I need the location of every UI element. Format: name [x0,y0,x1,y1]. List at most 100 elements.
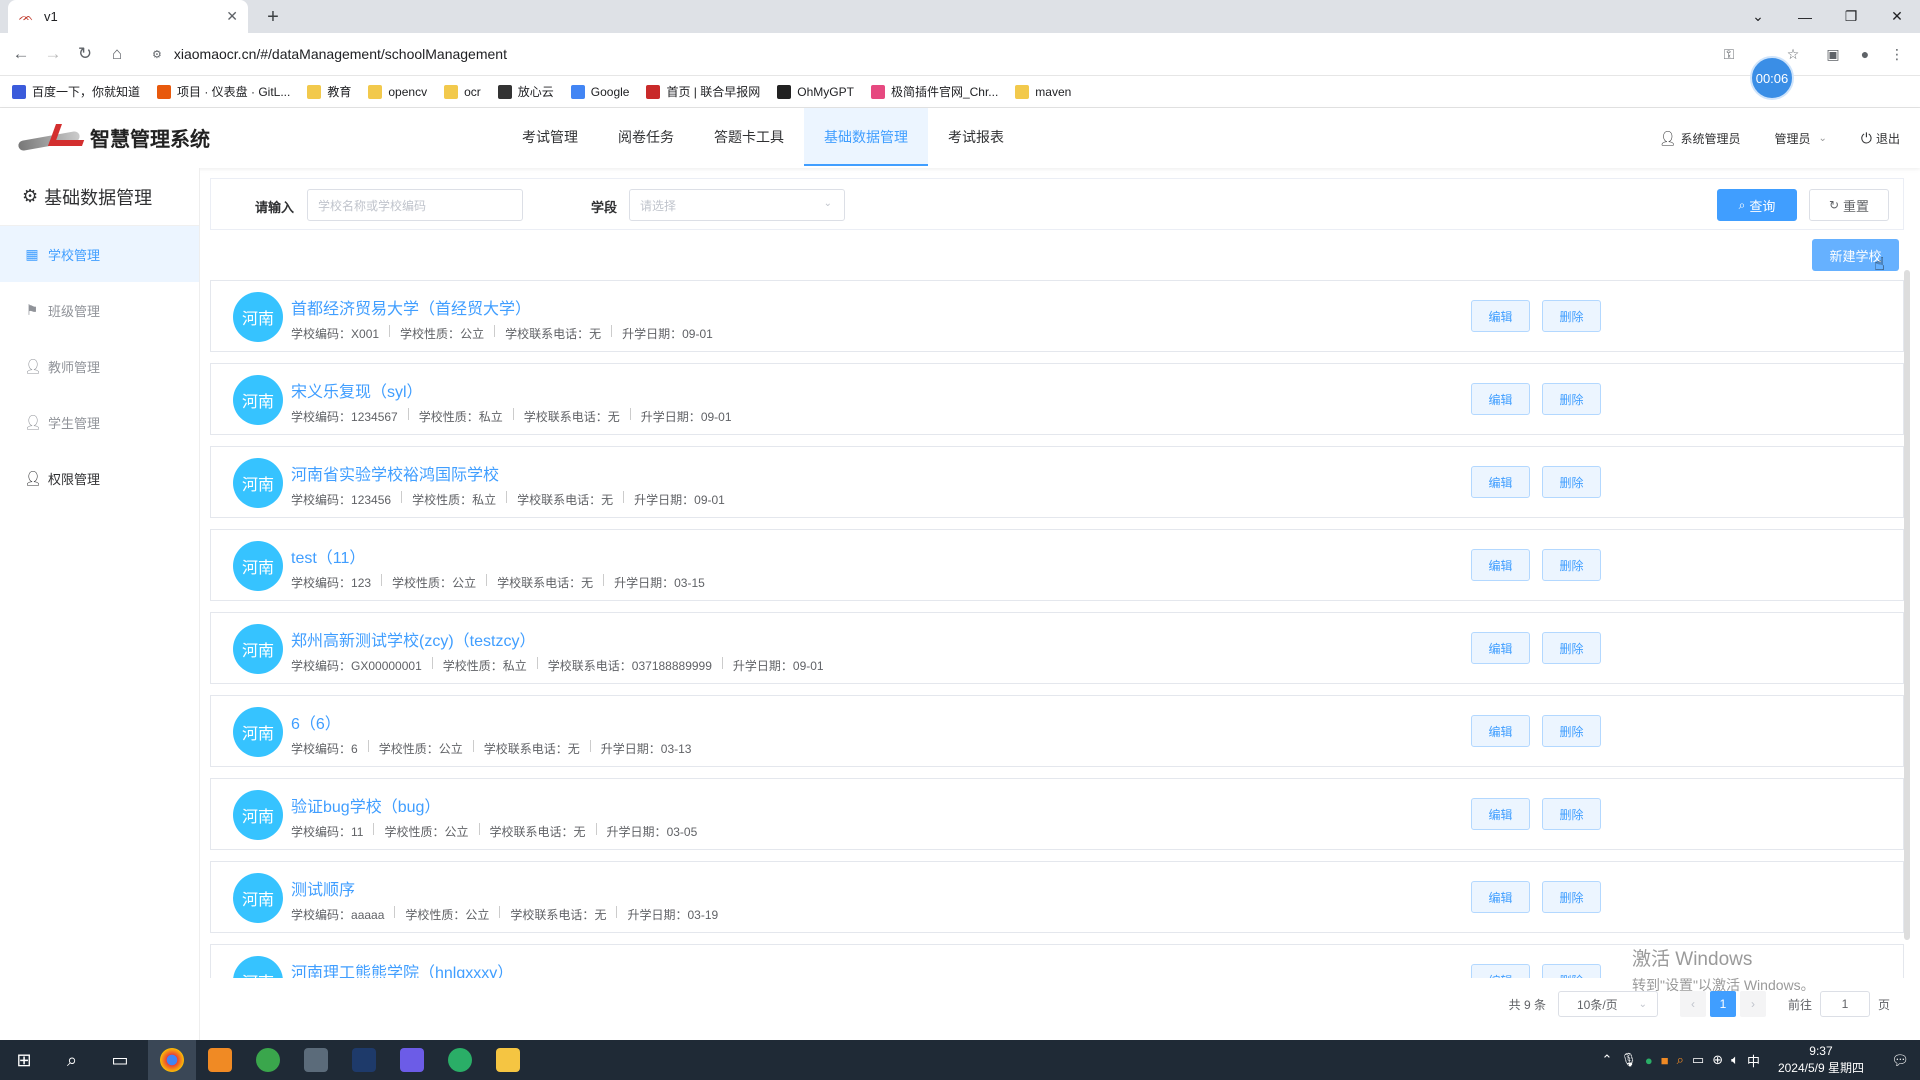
battery-icon[interactable]: ▭ [1692,1052,1704,1068]
delete-button[interactable]: 删除 [1542,300,1601,332]
close-tab-icon[interactable]: ✕ [226,8,238,25]
app-logo[interactable]: 智慧管理系统 [17,122,210,152]
file-explorer-taskbar-icon[interactable] [484,1040,532,1080]
volume-icon[interactable]: 🔈︎ [1731,1052,1739,1068]
page-size-select[interactable]: 10条/页 ⌄ [1557,991,1658,1017]
edit-button[interactable]: 编辑 [1471,466,1530,498]
new-school-button[interactable]: 新建学校 [1812,239,1899,271]
school-name-link[interactable]: 宋义乐复现（syl） [291,378,423,402]
delete-button[interactable]: 删除 [1542,798,1601,830]
edit-button[interactable]: 编辑 [1471,632,1530,664]
address-bar[interactable]: ⚙ xiaomaocr.cn/#/dataManagement/schoolMa… [138,39,1778,69]
wechat-taskbar-icon[interactable] [436,1040,484,1080]
edit-button[interactable]: 编辑 [1471,300,1530,332]
logout-button[interactable]: ⏻ 退出 [1861,130,1900,147]
user-menu[interactable]: 👤︎ 系统管理员 [1659,130,1741,147]
system-clock[interactable]: 9:37 2024/5/9 星期四 [1778,1043,1864,1077]
chrome-taskbar-icon[interactable] [148,1040,196,1080]
profile-icon[interactable]: ● [1854,43,1876,65]
bookmark-item[interactable]: opencv [368,84,427,99]
sidebar-item-0[interactable]: ▦ 学校管理 [0,226,199,282]
school-name-link[interactable]: test（11） [291,544,365,568]
next-page-button[interactable]: › [1739,991,1766,1017]
nav-item-0[interactable]: 考试管理 [502,108,598,166]
delete-button[interactable]: 删除 [1542,632,1601,664]
wechat-tray-icon[interactable]: ● [1645,1053,1653,1068]
prev-page-button[interactable]: ‹ [1679,991,1706,1017]
bookmark-item[interactable]: 放心云 [497,83,554,100]
ime-indicator[interactable]: 中 [1747,1051,1760,1070]
delete-button[interactable]: 删除 [1542,964,1601,978]
network-icon[interactable]: ⊕ [1712,1052,1723,1068]
app-orange-taskbar-icon[interactable] [196,1040,244,1080]
nav-item-4[interactable]: 考试报表 [928,108,1024,166]
goto-page-input[interactable]: 1 [1819,991,1870,1017]
delete-button[interactable]: 删除 [1542,715,1601,747]
bookmark-item[interactable]: ocr [444,84,481,99]
search-tray-icon[interactable]: ⌕ [1677,1052,1684,1068]
app-green-taskbar-icon[interactable] [244,1040,292,1080]
delete-button[interactable]: 删除 [1542,881,1601,913]
school-name-link[interactable]: 验证bug学校（bug） [291,793,440,817]
edit-button[interactable]: 编辑 [1471,798,1530,830]
app-tray-icon[interactable]: ■ [1661,1053,1669,1068]
close-window-button[interactable]: ✕ [1874,0,1920,33]
reload-icon[interactable]: ↻ [72,41,98,67]
sidebar-item-2[interactable]: 👤︎ 教师管理 [0,338,199,394]
school-name-link[interactable]: 河南省实验学校裕鸿国际学校 [291,461,499,485]
app-dark-taskbar-icon[interactable] [340,1040,388,1080]
sidebar-item-4[interactable]: 👤︎ 权限管理 [0,450,199,506]
search-icon[interactable]: ⌕ [48,1040,96,1080]
school-name-link[interactable]: 测试顺序 [291,876,355,900]
bookmark-item[interactable]: 项目 · 仪表盘 · GitL... [157,83,290,100]
school-name-link[interactable]: 河南理工熊熊学院（hnlgxxxy） [291,959,513,978]
delete-button[interactable]: 删除 [1542,549,1601,581]
list-scrollbar[interactable] [1904,270,1910,940]
microphone-icon[interactable]: 🎙︎ [1620,1052,1637,1068]
recording-timer[interactable]: 00:06 [1750,56,1794,100]
query-button[interactable]: ⌕ 查询 [1717,189,1797,221]
nav-item-1[interactable]: 阅卷任务 [598,108,694,166]
notification-icon[interactable]: 💬︎ [1880,1040,1920,1080]
chevron-up-icon[interactable]: ⌃ [1602,1052,1613,1068]
role-dropdown[interactable]: 管理员 ⌄ [1775,130,1827,147]
page-number-current[interactable]: 1 [1709,991,1736,1017]
home-icon[interactable]: ⌂ [104,41,130,67]
sidebar-item-1[interactable]: ⚑ 班级管理 [0,282,199,338]
back-icon[interactable]: ← [8,41,34,67]
key-icon[interactable]: ⚿ [1718,43,1740,65]
nav-item-3[interactable]: 基础数据管理 [804,108,928,166]
app-purple-taskbar-icon[interactable] [388,1040,436,1080]
edit-button[interactable]: 编辑 [1471,383,1530,415]
bookmark-item[interactable]: Google [570,84,629,99]
edit-button[interactable]: 编辑 [1471,549,1530,581]
delete-button[interactable]: 删除 [1542,383,1601,415]
edit-button[interactable]: 编辑 [1471,881,1530,913]
bookmark-item[interactable]: maven [1015,84,1071,99]
image-viewer-taskbar-icon[interactable] [292,1040,340,1080]
sidebar-item-3[interactable]: 👤︎ 学生管理 [0,394,199,450]
bookmark-item[interactable]: 教育 [307,83,351,100]
school-name-link[interactable]: 郑州高新测试学校(zcy)（testzcy） [291,627,535,651]
browser-tab[interactable]: ᨏ v1 ✕ [8,0,248,33]
search-input[interactable]: 学校名称或学校编码 [307,189,523,221]
bookmark-item[interactable]: OhMyGPT [777,84,854,99]
restore-button[interactable]: ❐ [1828,0,1874,33]
school-name-link[interactable]: 首都经济贸易大学（首经贸大学） [291,295,531,319]
stage-select[interactable]: 请选择 ⌄ [629,189,845,221]
school-name-link[interactable]: 6（6） [291,710,341,734]
edit-button[interactable]: 编辑 [1471,964,1530,978]
bookmark-item[interactable]: 首页 | 联合早报网 [646,83,760,100]
browser-menu-icon[interactable]: ⋮ [1886,43,1908,65]
nav-item-2[interactable]: 答题卡工具 [694,108,804,166]
delete-button[interactable]: 删除 [1542,466,1601,498]
task-view-icon[interactable]: ▭ [96,1040,144,1080]
side-panel-icon[interactable]: ▣ [1822,43,1844,65]
site-info-icon[interactable]: ⚙ [152,48,162,61]
tab-search-icon[interactable]: ⌄ [1735,0,1781,33]
windows-start-icon[interactable]: ⊞ [0,1040,48,1080]
edit-button[interactable]: 编辑 [1471,715,1530,747]
forward-icon[interactable]: → [40,41,66,67]
bookmark-item[interactable]: 极简插件官网_Chr... [870,83,998,100]
minimize-button[interactable]: — [1782,0,1828,33]
